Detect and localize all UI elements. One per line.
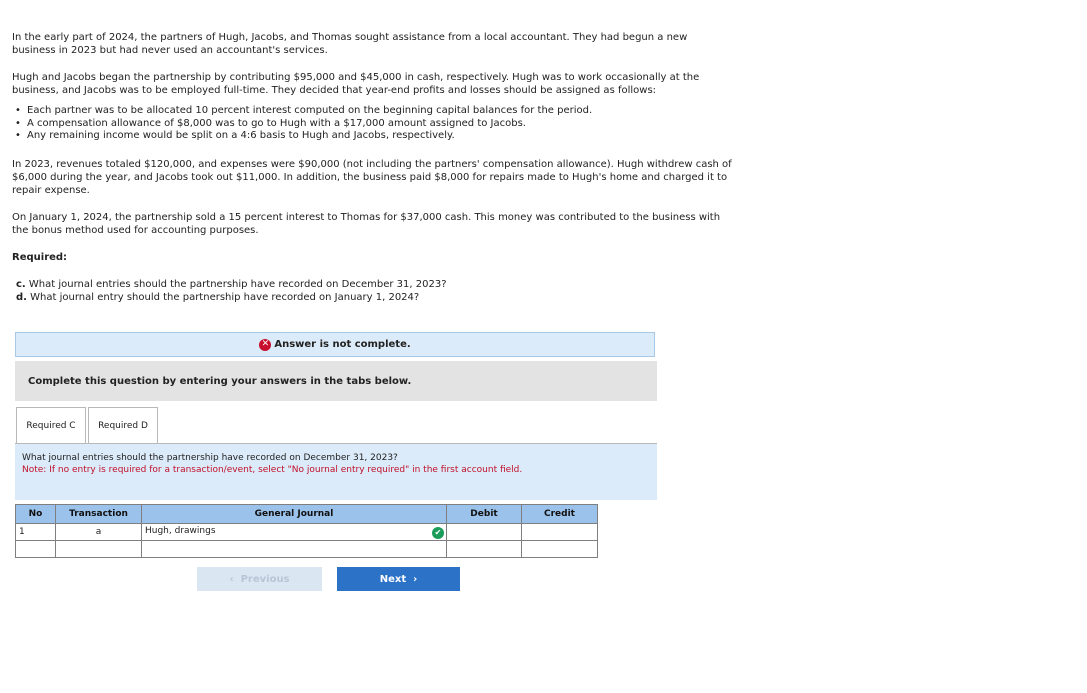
chevron-right-icon: ›: [413, 573, 418, 585]
question-c: c. What journal entries should the partn…: [12, 278, 732, 291]
debit-input[interactable]: [446, 540, 522, 558]
account-cell[interactable]: Hugh, drawings ✔: [141, 523, 447, 541]
question-text: What journal entries should the partners…: [22, 453, 398, 463]
allocation-rules-list: Each partner was to be allocated 10 perc…: [12, 105, 732, 143]
question-box: What journal entries should the partners…: [15, 444, 657, 500]
transaction-cell: [55, 540, 142, 558]
tab-label: Required C: [26, 420, 76, 431]
question-c-letter: c.: [16, 278, 26, 290]
header-transaction: Transaction: [55, 504, 142, 524]
problem-paragraph-3: In 2023, revenues totaled $120,000, and …: [12, 158, 732, 196]
problem-paragraph-2: Hugh and Jacobs began the partnership by…: [12, 72, 700, 96]
previous-label: Previous: [240, 573, 290, 585]
header-debit: Debit: [446, 504, 522, 524]
question-c-text: What journal entries should the partners…: [28, 278, 447, 290]
next-label: Next: [379, 573, 407, 585]
debit-input[interactable]: [446, 523, 522, 541]
account-cell[interactable]: [141, 540, 447, 558]
header-general-journal: General Journal: [141, 504, 447, 524]
tab-required-d[interactable]: Required D: [88, 407, 158, 443]
table-row: [15, 540, 598, 558]
list-item: Each partner was to be allocated 10 perc…: [12, 105, 732, 118]
next-button[interactable]: Next ›: [337, 567, 460, 591]
problem-paragraph-1: In the early part of 2024, the partners …: [12, 32, 688, 56]
question-d: d. What journal entry should the partner…: [12, 291, 732, 304]
row-number: [15, 540, 56, 558]
header-no: No: [15, 504, 56, 524]
answer-status-banner: ✕ Answer is not complete.: [15, 332, 655, 357]
table-header-row: No Transaction General Journal Debit Cre…: [15, 504, 598, 524]
question-d-text: What journal entry should the partnershi…: [30, 291, 420, 303]
row-number: 1: [15, 523, 56, 541]
question-note: Note: If no entry is required for a tran…: [22, 465, 523, 475]
check-circle-icon: ✔: [432, 526, 444, 539]
table-row: 1 a Hugh, drawings ✔: [15, 523, 598, 541]
account-value: Hugh, drawings: [145, 525, 216, 536]
previous-button[interactable]: ‹ Previous: [197, 567, 322, 591]
problem-paragraph-4: On January 1, 2024, the partnership sold…: [12, 211, 721, 236]
tab-label: Required D: [98, 420, 148, 431]
transaction-cell: a: [55, 523, 142, 541]
x-circle-icon: ✕: [259, 338, 272, 351]
instruction-box: Complete this question by entering your …: [15, 361, 657, 401]
answer-status-text: Answer is not complete.: [274, 339, 411, 350]
instruction-text: Complete this question by entering your …: [28, 375, 412, 387]
list-item: A compensation allowance of $8,000 was t…: [12, 118, 732, 131]
question-d-letter: d.: [16, 291, 27, 303]
header-credit: Credit: [521, 504, 598, 524]
credit-input[interactable]: [521, 540, 598, 558]
credit-input[interactable]: [521, 523, 598, 541]
chevron-left-icon: ‹: [229, 573, 234, 585]
list-item: Any remaining income would be split on a…: [12, 130, 732, 143]
general-journal-table: No Transaction General Journal Debit Cre…: [15, 504, 598, 558]
tab-required-c[interactable]: Required C: [16, 407, 86, 443]
problem-text: In the early part of 2024, the partners …: [12, 31, 732, 304]
required-heading: Required:: [12, 251, 68, 263]
